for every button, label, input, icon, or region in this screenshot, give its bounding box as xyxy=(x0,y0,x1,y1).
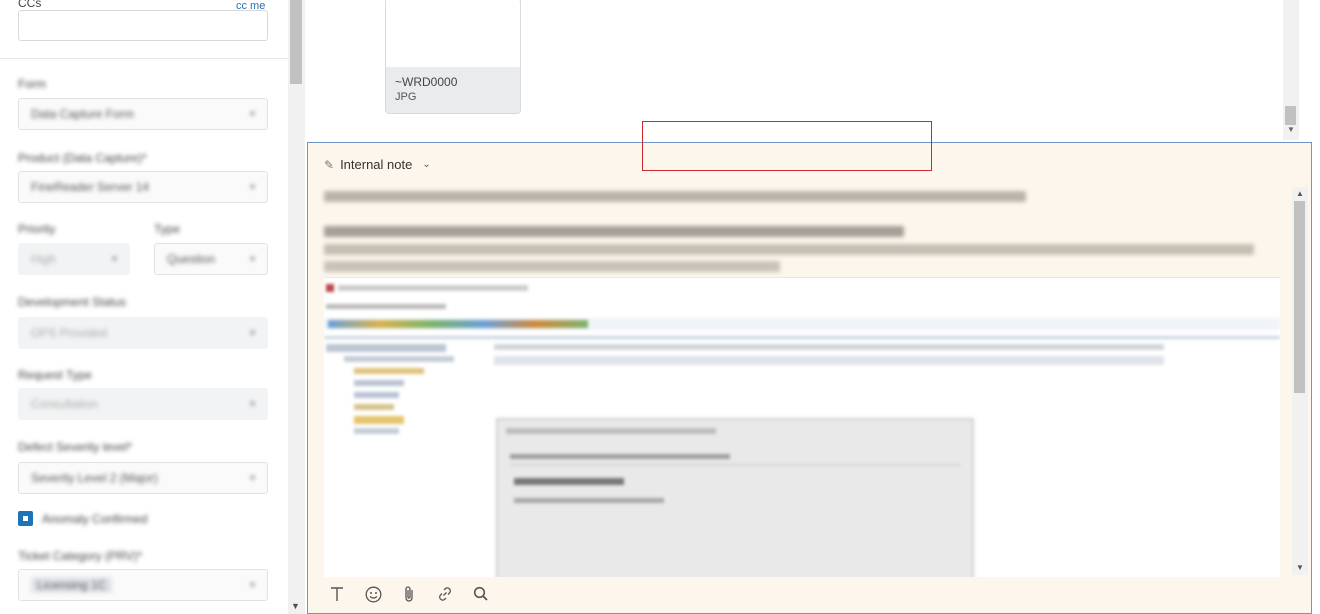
ticket-category-tag: Licensing 1C xyxy=(31,577,113,593)
ccs-label: CCs xyxy=(18,0,42,10)
form-select[interactable]: Data Capture Form ▾ xyxy=(18,98,268,130)
text-format-icon[interactable] xyxy=(328,585,346,603)
priority-label: Priority xyxy=(18,222,56,236)
request-type-label: Request Type xyxy=(18,368,92,382)
anomaly-checkbox[interactable] xyxy=(18,511,33,526)
edit-note-icon: ✎ xyxy=(324,157,335,172)
form-label: Form xyxy=(18,77,46,91)
anomaly-checkbox-label: Anomaly Confirmed xyxy=(42,512,148,526)
note-text-line xyxy=(324,244,1254,255)
note-text-line xyxy=(324,261,780,272)
product-label: Product (Data Capture)* xyxy=(18,151,147,165)
chevron-down-icon: ⌄ xyxy=(422,159,431,170)
emoji-icon[interactable] xyxy=(364,585,382,603)
reply-composer[interactable]: ✎ Internal note ⌄ ▲ ▼ xyxy=(307,142,1312,614)
type-select[interactable]: Question ▾ xyxy=(154,243,268,275)
product-select[interactable]: FineReader Server 14 ▾ xyxy=(18,171,268,203)
type-value: Question xyxy=(167,252,216,266)
attachment-icon[interactable] xyxy=(400,585,418,603)
type-label: Type xyxy=(154,222,181,236)
chevron-down-icon: ▾ xyxy=(249,327,255,339)
chevron-down-icon: ▾ xyxy=(249,398,255,410)
form-value: Data Capture Form xyxy=(31,107,134,121)
scroll-up-arrow-icon[interactable]: ▲ xyxy=(1296,189,1304,198)
note-text-line xyxy=(324,226,904,237)
thread-scrollbar-thumb[interactable] xyxy=(1285,106,1296,125)
search-icon[interactable] xyxy=(472,585,490,603)
request-type-value: Consultation xyxy=(31,397,98,411)
ticket-category-select[interactable]: Licensing 1C ▾ xyxy=(18,569,268,601)
scroll-down-arrow-icon[interactable]: ▼ xyxy=(1287,125,1295,134)
development-status-value: OPS Provided xyxy=(31,326,108,340)
priority-select: High ▾ xyxy=(18,243,130,275)
note-text-line xyxy=(324,191,1026,202)
ticket-category-label: Ticket Category (PRV)* xyxy=(18,549,143,563)
attachment-card[interactable]: ~WRD0000 JPG xyxy=(385,0,521,114)
composer-scrollbar-thumb[interactable] xyxy=(1294,201,1305,393)
severity-label: Defect Severity level* xyxy=(18,440,133,454)
sidebar-scrollbar[interactable]: ▼ xyxy=(288,0,305,614)
attachment-footer: ~WRD0000 JPG xyxy=(386,67,520,113)
development-status-select: OPS Provided ▾ xyxy=(18,317,268,349)
divider xyxy=(0,58,288,59)
ticket-main-pane: ~WRD0000 JPG ▼ ✎ Internal note ⌄ ▲ ▼ xyxy=(305,0,1320,614)
chevron-down-icon: ▾ xyxy=(249,181,255,193)
composer-mode-selector[interactable]: ✎ Internal note ⌄ xyxy=(324,157,431,172)
chevron-down-icon: ▾ xyxy=(249,579,255,591)
composer-mode-label: Internal note xyxy=(340,157,413,172)
scroll-down-arrow-icon[interactable]: ▼ xyxy=(1296,563,1304,572)
development-status-label: Development Status xyxy=(18,295,127,309)
composer-toolbar xyxy=(308,575,1311,613)
chevron-down-icon: ▾ xyxy=(111,253,117,265)
priority-value: High xyxy=(31,252,56,266)
chevron-down-icon: ▾ xyxy=(249,253,255,265)
ccs-input[interactable] xyxy=(18,10,268,41)
sidebar-scrollbar-thumb[interactable] xyxy=(290,0,302,84)
chevron-down-icon: ▾ xyxy=(249,472,255,484)
severity-select[interactable]: Severity Level 2 (Major) ▾ xyxy=(18,462,268,494)
severity-value: Severity Level 2 (Major) xyxy=(31,471,158,485)
embedded-screenshot-image xyxy=(324,277,1280,577)
product-value: FineReader Server 14 xyxy=(31,180,150,194)
chevron-down-icon: ▾ xyxy=(249,108,255,120)
request-type-select: Consultation ▾ xyxy=(18,388,268,420)
link-icon[interactable] xyxy=(436,585,454,603)
highlight-annotation-box xyxy=(642,121,932,171)
thread-scrollbar[interactable]: ▼ xyxy=(1283,0,1299,140)
attachment-type: JPG xyxy=(395,91,417,103)
ticket-properties-sidebar: CCs cc me Form Data Capture Form ▾ Produ… xyxy=(0,0,288,614)
attachment-name: ~WRD0000 xyxy=(395,75,458,89)
composer-scrollbar[interactable]: ▲ ▼ xyxy=(1292,187,1308,575)
scroll-down-arrow-icon[interactable]: ▼ xyxy=(291,601,300,611)
